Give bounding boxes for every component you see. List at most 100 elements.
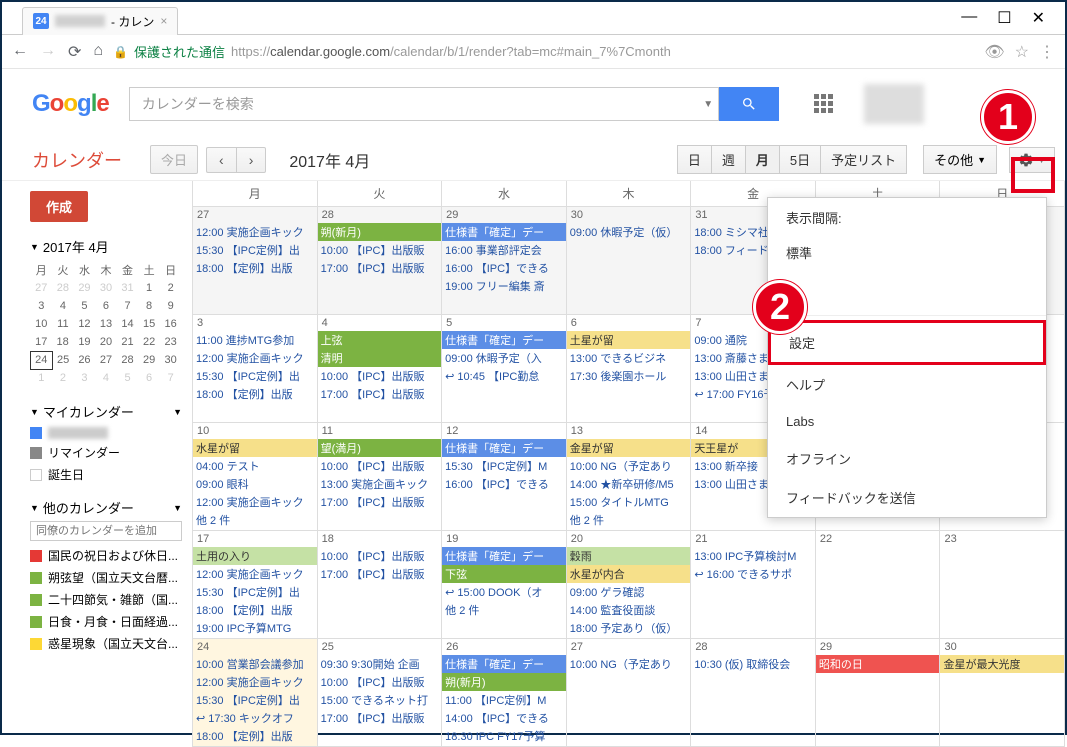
event[interactable]: 10:00 営業部会議参加 xyxy=(193,655,317,673)
event[interactable]: 13:00 できるビジネ xyxy=(567,349,691,367)
event[interactable]: 09:00 休暇予定（仮） xyxy=(567,223,691,241)
event[interactable]: 04:00 テスト xyxy=(193,457,317,475)
event[interactable]: 11:00 進捗MTG参加 xyxy=(193,331,317,349)
event[interactable]: 09:00 眼科 xyxy=(193,475,317,493)
event[interactable]: 10:00 【IPC】出版販 xyxy=(318,673,442,691)
mini-day[interactable]: 29 xyxy=(74,279,96,297)
event[interactable]: 仕様書「確定」デー xyxy=(442,331,566,349)
day-cell[interactable]: 17土用の入り12:00 実施企画キック15:30 【IPC定例】出18:00 … xyxy=(193,531,318,638)
event[interactable]: 14:00 ★新卒研修/M5 xyxy=(567,475,691,493)
menu-item-ヘルプ[interactable]: ヘルプ xyxy=(768,365,1046,404)
mini-day[interactable]: 10 xyxy=(31,315,53,333)
day-cell[interactable]: 311:00 進捗MTG参加12:00 実施企画キック15:30 【IPC定例】… xyxy=(193,315,318,422)
mini-day[interactable]: 28 xyxy=(117,351,139,369)
calendar-item[interactable]: リマインダー xyxy=(30,444,182,461)
view-tab-5日[interactable]: 5日 xyxy=(780,145,821,174)
tab-close-icon[interactable]: × xyxy=(160,14,167,28)
forward-icon[interactable]: → xyxy=(40,42,56,62)
event[interactable]: 他 2 件 xyxy=(193,511,317,529)
event[interactable]: 18:00 予定あり（仮） xyxy=(567,619,691,637)
menu-item[interactable]: 標準 xyxy=(768,233,1046,272)
event[interactable]: 仕様書「確定」デー xyxy=(442,655,566,673)
event[interactable]: 金星が最大光度 xyxy=(940,655,1064,673)
mini-day[interactable]: 20 xyxy=(95,333,117,351)
mini-day[interactable]: 19 xyxy=(74,333,96,351)
settings-button[interactable]: ▼ xyxy=(1009,147,1055,173)
mini-month-label[interactable]: ▼2017年 4月 xyxy=(30,237,182,256)
event[interactable]: 水星が留 xyxy=(193,439,317,457)
prev-button[interactable]: ‹ xyxy=(206,147,236,173)
calendar-item[interactable]: 朔弦望（国立天文台暦... xyxy=(30,569,182,586)
day-cell[interactable]: 2710:00 NG（予定あり xyxy=(567,639,692,746)
mini-day[interactable]: 3 xyxy=(74,369,96,387)
event[interactable]: 17:30 後楽園ホール xyxy=(567,367,691,385)
day-cell[interactable]: 3009:00 休暇予定（仮） xyxy=(567,207,692,314)
mini-day[interactable]: 2 xyxy=(160,279,182,297)
event[interactable]: 15:30 【IPC定例】M xyxy=(442,457,566,475)
day-cell[interactable]: 13金星が留10:00 NG（予定あり14:00 ★新卒研修/M515:00 タ… xyxy=(567,423,692,530)
today-button[interactable]: 今日 xyxy=(150,145,198,174)
mini-day[interactable]: 4 xyxy=(52,297,74,315)
event[interactable]: 19:00 IPC予算MTG xyxy=(193,619,317,637)
search-input[interactable] xyxy=(129,87,699,121)
event[interactable]: 18:00 【定例】出版 xyxy=(193,385,317,403)
next-button[interactable]: › xyxy=(236,147,267,173)
event[interactable]: 10:00 NG（予定あり xyxy=(567,457,691,475)
avatar[interactable] xyxy=(864,84,924,124)
event[interactable]: 17:00 【IPC】出版販 xyxy=(318,259,442,277)
event[interactable]: 他 2 件 xyxy=(567,511,691,529)
mini-day[interactable]: 12 xyxy=(74,315,96,333)
menu-item-設定[interactable]: 設定 xyxy=(768,320,1046,365)
event[interactable]: 清明 xyxy=(318,349,442,367)
day-cell[interactable]: 28朔(新月)10:00 【IPC】出版販17:00 【IPC】出版販 xyxy=(318,207,443,314)
view-tab-日[interactable]: 日 xyxy=(677,145,712,174)
day-cell[interactable]: 19仕様書「確定」デー下弦↩ 15:00 DOOK（オ他 2 件 xyxy=(442,531,567,638)
event[interactable]: 16:00 事業部評定会 xyxy=(442,241,566,259)
event[interactable]: ↩ 17:30 キックオフ xyxy=(193,709,317,727)
event[interactable]: 18:30 IPC FY17予算 xyxy=(442,727,566,745)
day-cell[interactable]: 2113:00 IPC予算検討M↩ 16:00 できるサポ xyxy=(691,531,816,638)
event[interactable]: 12:00 実施企画キック xyxy=(193,493,317,511)
mini-day[interactable]: 14 xyxy=(117,315,139,333)
mini-day[interactable]: 22 xyxy=(138,333,160,351)
mini-day[interactable]: 26 xyxy=(74,351,96,369)
calendar-item[interactable]: 国民の祝日および休日... xyxy=(30,547,182,564)
event[interactable]: 15:30 【IPC定例】出 xyxy=(193,241,317,259)
event[interactable]: 09:30 9:30開始 企画 xyxy=(318,655,442,673)
mini-day[interactable]: 23 xyxy=(160,333,182,351)
day-cell[interactable]: 2810:30 (仮) 取締役会 xyxy=(691,639,816,746)
event[interactable]: 水星が内合 xyxy=(567,565,691,583)
day-cell[interactable]: 29仕様書「確定」デー16:00 事業部評定会16:00 【IPC】できる19:… xyxy=(442,207,567,314)
event[interactable]: 仕様書「確定」デー xyxy=(442,547,566,565)
mini-day[interactable]: 21 xyxy=(117,333,139,351)
event[interactable]: 10:00 【IPC】出版販 xyxy=(318,457,442,475)
mini-day[interactable]: 28 xyxy=(52,279,74,297)
day-cell[interactable]: 2712:00 実施企画キック15:30 【IPC定例】出18:00 【定例】出… xyxy=(193,207,318,314)
menu-item[interactable]: 小 xyxy=(768,272,1046,311)
event[interactable]: 15:00 できるネット打 xyxy=(318,691,442,709)
event[interactable]: 10:00 【IPC】出版販 xyxy=(318,547,442,565)
event[interactable]: 10:00 【IPC】出版販 xyxy=(318,367,442,385)
menu-item-オフライン[interactable]: オフライン xyxy=(768,439,1046,478)
close-window-icon[interactable]: ✕ xyxy=(1032,8,1045,28)
reload-icon[interactable]: ⟳ xyxy=(68,42,81,62)
day-cell[interactable]: 30金星が最大光度 xyxy=(940,639,1065,746)
my-calendars-header[interactable]: ▼マイカレンダー▼ xyxy=(30,402,182,421)
event[interactable]: 13:00 IPC予算検討M xyxy=(691,547,815,565)
event[interactable]: 16:00 【IPC】できる xyxy=(442,475,566,493)
mini-day[interactable]: 8 xyxy=(138,297,160,315)
calendar-item[interactable] xyxy=(30,427,182,439)
event[interactable]: 15:30 【IPC定例】出 xyxy=(193,367,317,385)
event[interactable]: 18:00 【定例】出版 xyxy=(193,727,317,745)
mini-day[interactable]: 13 xyxy=(95,315,117,333)
event[interactable]: 金星が留 xyxy=(567,439,691,457)
view-tab-予定リスト[interactable]: 予定リスト xyxy=(821,145,907,174)
day-cell[interactable]: 2509:30 9:30開始 企画10:00 【IPC】出版販15:00 できる… xyxy=(318,639,443,746)
mini-day[interactable]: 9 xyxy=(160,297,182,315)
mini-day[interactable]: 7 xyxy=(160,369,182,387)
mini-day[interactable]: 30 xyxy=(95,279,117,297)
other-button[interactable]: その他▼ xyxy=(923,145,997,174)
mini-day[interactable]: 3 xyxy=(31,297,53,315)
menu-item-フィードバックを送信[interactable]: フィードバックを送信 xyxy=(768,478,1046,517)
menu-item-Labs[interactable]: Labs xyxy=(768,404,1046,439)
